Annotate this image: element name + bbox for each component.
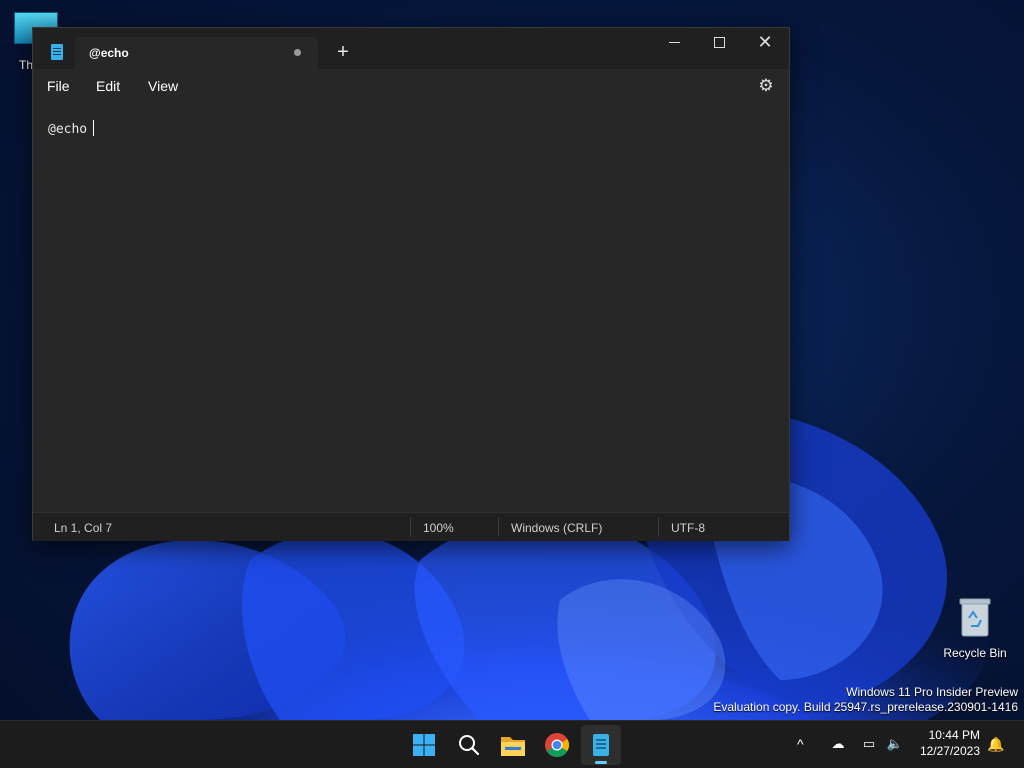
text-caret [93, 120, 95, 136]
notepad-icon [593, 734, 609, 756]
status-bar: Ln 1, Col 7 100% Windows (CRLF) UTF-8 [33, 512, 789, 541]
notepad-window[interactable]: @echo + ✕ File Edit View ⚙ @echo Ln 1, C… [32, 27, 790, 541]
menu-file[interactable]: File [47, 78, 70, 94]
this-pc-label: Th [19, 58, 34, 72]
tab-title: @echo [89, 46, 129, 60]
recycle-bin-label: Recycle Bin [943, 646, 1007, 660]
notification-bell-icon[interactable]: 🔔 [987, 736, 1004, 753]
editor-content[interactable]: @echo [48, 120, 95, 137]
folder-icon [501, 737, 525, 756]
status-divider [658, 517, 659, 537]
chevron-up-icon[interactable]: ^ [797, 736, 804, 752]
search-button[interactable] [449, 725, 489, 765]
file-explorer-button[interactable] [493, 725, 533, 765]
status-divider [410, 517, 411, 537]
desktop: Th Recycle Bin Windows 11 Pro Insider Pr… [0, 0, 1024, 768]
chrome-button[interactable] [537, 725, 577, 765]
evaluation-watermark: Windows 11 Pro Insider Preview Evaluatio… [713, 685, 1018, 715]
menu-view[interactable]: View [148, 78, 178, 94]
active-app-indicator [595, 761, 607, 764]
unsaved-indicator-icon[interactable] [294, 49, 301, 56]
volume-muted-icon[interactable]: 🔈 [886, 737, 904, 751]
tab-echo[interactable]: @echo [75, 37, 318, 69]
watermark-line-1: Windows 11 Pro Insider Preview [846, 685, 1018, 699]
network-icon[interactable]: ▭ [860, 737, 878, 751]
search-icon [459, 735, 480, 756]
recycle-bin-icon [959, 598, 991, 637]
cursor-position: Ln 1, Col 7 [54, 521, 113, 535]
clock[interactable]: 10:44 PM 12/27/2023 [914, 727, 980, 759]
new-tab-button[interactable]: + [329, 41, 357, 65]
status-divider [498, 517, 499, 537]
maximize-button[interactable] [696, 28, 742, 60]
encoding[interactable]: UTF-8 [671, 521, 705, 535]
minimize-button[interactable] [651, 28, 697, 60]
clock-time: 10:44 PM [928, 728, 980, 742]
windows-logo-icon [413, 734, 435, 756]
watermark-line-2: Evaluation copy. Build 25947.rs_prerelea… [713, 700, 1018, 714]
cloud-offline-icon[interactable]: ☁ [829, 737, 847, 751]
settings-gear-icon[interactable]: ⚙ [756, 76, 776, 96]
menu-edit[interactable]: Edit [96, 78, 120, 94]
notepad-icon [51, 44, 63, 60]
zoom-level[interactable]: 100% [423, 521, 454, 535]
editor-text: @echo [48, 122, 88, 137]
recycle-bin-desktop-icon[interactable]: Recycle Bin [938, 596, 1012, 660]
title-bar[interactable]: @echo + ✕ [33, 28, 789, 69]
notepad-taskbar-button[interactable] [581, 725, 621, 765]
text-editor-area[interactable]: @echo [33, 103, 789, 512]
menu-bar: File Edit View ⚙ [33, 69, 789, 103]
start-button[interactable] [404, 725, 444, 765]
close-button[interactable]: ✕ [742, 28, 788, 60]
chrome-icon [545, 733, 570, 758]
line-ending[interactable]: Windows (CRLF) [511, 521, 602, 535]
clock-date: 12/27/2023 [919, 744, 980, 758]
